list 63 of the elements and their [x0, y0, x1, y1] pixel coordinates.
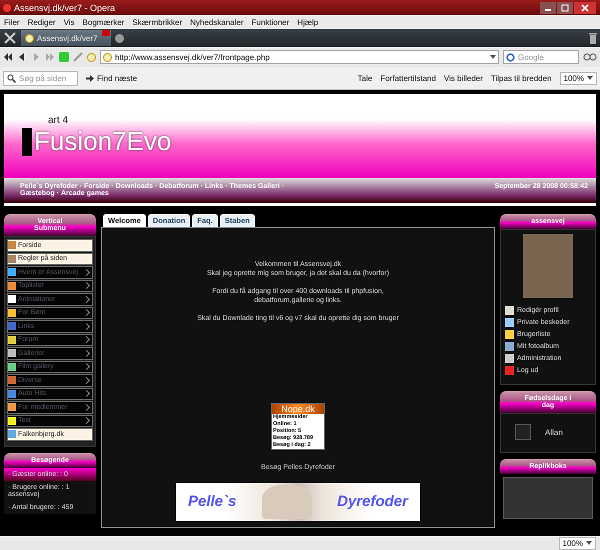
birthday-name: Allan	[545, 428, 563, 436]
dog-banner[interactable]: Pelle`s Dyrefoder	[176, 482, 420, 521]
menu-item[interactable]: Bogmærker	[78, 18, 128, 26]
counter-title: Nope.dk	[272, 404, 324, 414]
toolbar-button[interactable]: Vis billeder	[444, 74, 483, 82]
menu-item[interactable]: Skærmbrikker	[128, 18, 186, 26]
user-icon	[515, 424, 531, 440]
glasses-icon[interactable]	[583, 52, 597, 62]
menu-item[interactable]: Filer	[0, 18, 24, 26]
tools-icon[interactable]	[3, 31, 17, 45]
tile-icon	[8, 349, 16, 358]
browser-tab[interactable]: Assensvj.dk/ver7	[21, 30, 112, 46]
tile-icon	[8, 308, 16, 317]
new-tab-button[interactable]	[115, 34, 124, 42]
back-icon[interactable]	[17, 52, 27, 62]
trash-icon[interactable]	[589, 32, 597, 44]
search-icon	[7, 74, 16, 82]
logo-block	[22, 128, 32, 156]
search-engine-icon	[506, 52, 515, 62]
find-next-button[interactable]: Find næste	[86, 74, 138, 82]
dropdown-caret-icon	[587, 76, 593, 80]
rewind-icon[interactable]	[3, 52, 13, 62]
status-zoom-field[interactable]: 100%	[558, 536, 596, 550]
dropdown-caret-icon[interactable]	[490, 55, 496, 59]
maximize-button[interactable]	[557, 2, 573, 14]
window-title: Assensvj.dk/ver7 - Opera	[14, 2, 116, 12]
banner-text: Pelle`s	[188, 493, 236, 510]
toolbar-button[interactable]: Tilpas til bredden	[490, 74, 552, 82]
site-logo: Fusion7Evo	[34, 126, 172, 157]
address-field[interactable]: http://www.assensvej.dk/ver7/frontpage.php	[100, 50, 499, 64]
shoutbox-field[interactable]	[503, 477, 593, 519]
maximize-icon	[561, 4, 569, 12]
menu-item[interactable]: Funktioner	[248, 18, 294, 26]
menu-item[interactable]: Hjælp	[293, 18, 322, 26]
tile-icon	[8, 430, 16, 438]
arrow-icon	[86, 74, 94, 82]
banner-text: Dyrefoder	[337, 493, 408, 510]
site-icon	[103, 52, 112, 62]
tile-icon	[8, 390, 16, 398]
tile-icon	[8, 254, 16, 263]
tile-icon	[8, 362, 16, 371]
dropdown-caret-icon	[586, 541, 592, 545]
logo-subtitle: art 4	[48, 115, 70, 126]
tile-icon	[8, 295, 16, 304]
menu-item[interactable]: Nyhedskanaler	[186, 18, 248, 26]
minimize-button[interactable]	[540, 2, 556, 14]
zoom-field[interactable]: 100%	[560, 72, 597, 84]
tile-icon	[8, 241, 16, 250]
menu-item[interactable]: Rediger	[24, 18, 60, 26]
close-button[interactable]	[574, 2, 596, 14]
tile-icon	[8, 268, 16, 276]
toolbar-button[interactable]: Tale	[358, 74, 372, 82]
close-icon	[581, 4, 589, 12]
photo-placeholder	[262, 484, 312, 519]
tile-icon	[8, 322, 16, 330]
tile-icon	[8, 282, 16, 290]
tile-icon	[8, 403, 16, 412]
tile-icon	[8, 336, 16, 344]
menu-item[interactable]: Vis	[60, 18, 79, 26]
tile-icon	[8, 416, 16, 425]
avatar-placeholder	[523, 234, 573, 298]
tile-icon	[8, 376, 16, 384]
toolbar-button[interactable]: Forfattertilstand	[380, 74, 436, 82]
